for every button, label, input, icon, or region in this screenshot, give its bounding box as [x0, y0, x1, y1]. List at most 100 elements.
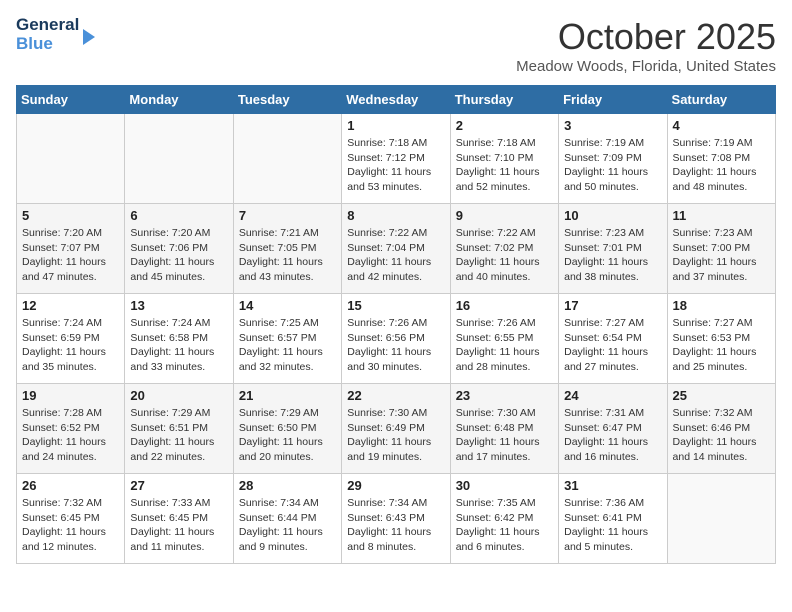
calendar-cell: 3Sunrise: 7:19 AM Sunset: 7:09 PM Daylig… — [559, 114, 667, 204]
day-number: 7 — [239, 208, 336, 223]
day-number: 8 — [347, 208, 444, 223]
calendar-cell: 30Sunrise: 7:35 AM Sunset: 6:42 PM Dayli… — [450, 474, 558, 564]
day-number: 19 — [22, 388, 119, 403]
day-number: 17 — [564, 298, 661, 313]
day-info: Sunrise: 7:29 AM Sunset: 6:51 PM Dayligh… — [130, 406, 227, 465]
day-number: 28 — [239, 478, 336, 493]
day-info: Sunrise: 7:28 AM Sunset: 6:52 PM Dayligh… — [22, 406, 119, 465]
day-number: 24 — [564, 388, 661, 403]
day-info: Sunrise: 7:26 AM Sunset: 6:56 PM Dayligh… — [347, 316, 444, 375]
day-number: 18 — [673, 298, 770, 313]
calendar-cell: 31 Sunrise: 7:36 AM Sunset: 6:41 PM Dayli… — [559, 474, 667, 564]
calendar-cell: 19 Sunrise: 7:28 AM Sunset: 6:52 PM Dayli… — [17, 384, 125, 474]
day-number: 26 — [22, 478, 119, 493]
calendar-week-row: 1 Sunrise: 7:18 AM Sunset: 7:12 PM Daylig… — [17, 114, 776, 204]
calendar-day-header: Friday — [559, 86, 667, 114]
calendar-cell: 21 Sunrise: 7:29 AM Sunset: 6:50 PM Dayli… — [233, 384, 341, 474]
day-number: 27 — [130, 478, 227, 493]
calendar-day-header: Sunday — [17, 86, 125, 114]
calendar-body: 1 Sunrise: 7:18 AM Sunset: 7:12 PM Daylig… — [17, 114, 776, 564]
day-number: 6 — [130, 208, 227, 223]
day-number: 4 — [673, 118, 770, 133]
calendar-cell: 27 Sunrise: 7:33 AM Sunset: 6:45 PM Dayli… — [125, 474, 233, 564]
calendar-cell: 15Sunrise: 7:26 AM Sunset: 6:56 PM Dayli… — [342, 294, 450, 384]
day-info: Sunrise: 7:20 AM Sunset: 7:06 PM Dayligh… — [130, 226, 227, 285]
day-info: Sunrise: 7:26 AM Sunset: 6:55 PM Dayligh… — [456, 316, 553, 375]
day-number: 23 — [456, 388, 553, 403]
calendar-cell: 17Sunrise: 7:27 AM Sunset: 6:54 PM Dayli… — [559, 294, 667, 384]
day-info: Sunrise: 7:20 AM Sunset: 7:07 PM Dayligh… — [22, 226, 119, 285]
calendar-table: SundayMondayTuesdayWednesdayThursdayFrid… — [16, 85, 776, 564]
calendar-cell — [233, 114, 341, 204]
day-number: 2 — [456, 118, 553, 133]
calendar-cell: 13 Sunrise: 7:24 AM Sunset: 6:58 PM Dayli… — [125, 294, 233, 384]
month-title: October 2025 — [516, 16, 776, 58]
day-info: Sunrise: 7:22 AM Sunset: 7:02 PM Dayligh… — [456, 226, 553, 285]
calendar-header-row: SundayMondayTuesdayWednesdayThursdayFrid… — [17, 86, 776, 114]
calendar-cell: 22Sunrise: 7:30 AM Sunset: 6:49 PM Dayli… — [342, 384, 450, 474]
day-info: Sunrise: 7:29 AM Sunset: 6:50 PM Dayligh… — [239, 406, 336, 465]
day-number: 31 — [564, 478, 661, 493]
day-number: 1 — [347, 118, 444, 133]
day-number: 9 — [456, 208, 553, 223]
day-info: Sunrise: 7:34 AM Sunset: 6:44 PM Dayligh… — [239, 496, 336, 555]
calendar-cell: 14Sunrise: 7:25 AM Sunset: 6:57 PM Dayli… — [233, 294, 341, 384]
calendar-cell: 18 Sunrise: 7:27 AM Sunset: 6:53 PM Dayli… — [667, 294, 775, 384]
day-number: 20 — [130, 388, 227, 403]
day-info: Sunrise: 7:33 AM Sunset: 6:45 PM Dayligh… — [130, 496, 227, 555]
day-number: 11 — [673, 208, 770, 223]
calendar-cell — [667, 474, 775, 564]
day-info: Sunrise: 7:24 AM Sunset: 6:58 PM Dayligh… — [130, 316, 227, 375]
calendar-cell: 1 Sunrise: 7:18 AM Sunset: 7:12 PM Daylig… — [342, 114, 450, 204]
calendar-cell: 24 Sunrise: 7:31 AM Sunset: 6:47 PM Dayli… — [559, 384, 667, 474]
day-info: Sunrise: 7:18 AM Sunset: 7:12 PM Dayligh… — [347, 136, 444, 195]
calendar-week-row: 12 Sunrise: 7:24 AM Sunset: 6:59 PM Dayli… — [17, 294, 776, 384]
calendar-cell: 6 Sunrise: 7:20 AM Sunset: 7:06 PM Daylig… — [125, 204, 233, 294]
calendar-week-row: 5Sunrise: 7:20 AM Sunset: 7:07 PM Daylig… — [17, 204, 776, 294]
calendar-cell: 2 Sunrise: 7:18 AM Sunset: 7:10 PM Daylig… — [450, 114, 558, 204]
calendar-cell: 4 Sunrise: 7:19 AM Sunset: 7:08 PM Daylig… — [667, 114, 775, 204]
calendar-cell: 8 Sunrise: 7:22 AM Sunset: 7:04 PM Daylig… — [342, 204, 450, 294]
day-info: Sunrise: 7:23 AM Sunset: 7:00 PM Dayligh… — [673, 226, 770, 285]
day-number: 12 — [22, 298, 119, 313]
day-number: 10 — [564, 208, 661, 223]
day-number: 3 — [564, 118, 661, 133]
calendar-cell — [17, 114, 125, 204]
calendar-week-row: 19 Sunrise: 7:28 AM Sunset: 6:52 PM Dayli… — [17, 384, 776, 474]
calendar-week-row: 26Sunrise: 7:32 AM Sunset: 6:45 PM Dayli… — [17, 474, 776, 564]
calendar-day-header: Wednesday — [342, 86, 450, 114]
calendar-cell: 10 Sunrise: 7:23 AM Sunset: 7:01 PM Dayli… — [559, 204, 667, 294]
calendar-cell: 7 Sunrise: 7:21 AM Sunset: 7:05 PM Daylig… — [233, 204, 341, 294]
day-info: Sunrise: 7:22 AM Sunset: 7:04 PM Dayligh… — [347, 226, 444, 285]
day-info: Sunrise: 7:23 AM Sunset: 7:01 PM Dayligh… — [564, 226, 661, 285]
calendar-day-header: Saturday — [667, 86, 775, 114]
day-info: Sunrise: 7:24 AM Sunset: 6:59 PM Dayligh… — [22, 316, 119, 375]
calendar-cell: 28 Sunrise: 7:34 AM Sunset: 6:44 PM Dayli… — [233, 474, 341, 564]
day-info: Sunrise: 7:31 AM Sunset: 6:47 PM Dayligh… — [564, 406, 661, 465]
calendar-cell — [125, 114, 233, 204]
logo-arrow-icon — [83, 29, 95, 45]
day-info: Sunrise: 7:32 AM Sunset: 6:46 PM Dayligh… — [673, 406, 770, 465]
day-info: Sunrise: 7:27 AM Sunset: 6:53 PM Dayligh… — [673, 316, 770, 375]
day-number: 16 — [456, 298, 553, 313]
day-number: 21 — [239, 388, 336, 403]
day-info: Sunrise: 7:30 AM Sunset: 6:48 PM Dayligh… — [456, 406, 553, 465]
day-info: Sunrise: 7:35 AM Sunset: 6:42 PM Dayligh… — [456, 496, 553, 555]
calendar-cell: 5Sunrise: 7:20 AM Sunset: 7:07 PM Daylig… — [17, 204, 125, 294]
calendar-cell: 23 Sunrise: 7:30 AM Sunset: 6:48 PM Dayli… — [450, 384, 558, 474]
day-number: 13 — [130, 298, 227, 313]
day-info: Sunrise: 7:21 AM Sunset: 7:05 PM Dayligh… — [239, 226, 336, 285]
calendar-cell: 29Sunrise: 7:34 AM Sunset: 6:43 PM Dayli… — [342, 474, 450, 564]
calendar-cell: 16 Sunrise: 7:26 AM Sunset: 6:55 PM Dayli… — [450, 294, 558, 384]
logo-text: General Blue — [16, 16, 95, 53]
calendar-day-header: Monday — [125, 86, 233, 114]
day-number: 14 — [239, 298, 336, 313]
day-info: Sunrise: 7:36 AM Sunset: 6:41 PM Dayligh… — [564, 496, 661, 555]
calendar-cell: 9 Sunrise: 7:22 AM Sunset: 7:02 PM Daylig… — [450, 204, 558, 294]
day-info: Sunrise: 7:19 AM Sunset: 7:08 PM Dayligh… — [673, 136, 770, 195]
day-info: Sunrise: 7:18 AM Sunset: 7:10 PM Dayligh… — [456, 136, 553, 195]
calendar-day-header: Tuesday — [233, 86, 341, 114]
day-info: Sunrise: 7:34 AM Sunset: 6:43 PM Dayligh… — [347, 496, 444, 555]
day-number: 22 — [347, 388, 444, 403]
location: Meadow Woods, Florida, United States — [516, 58, 776, 75]
